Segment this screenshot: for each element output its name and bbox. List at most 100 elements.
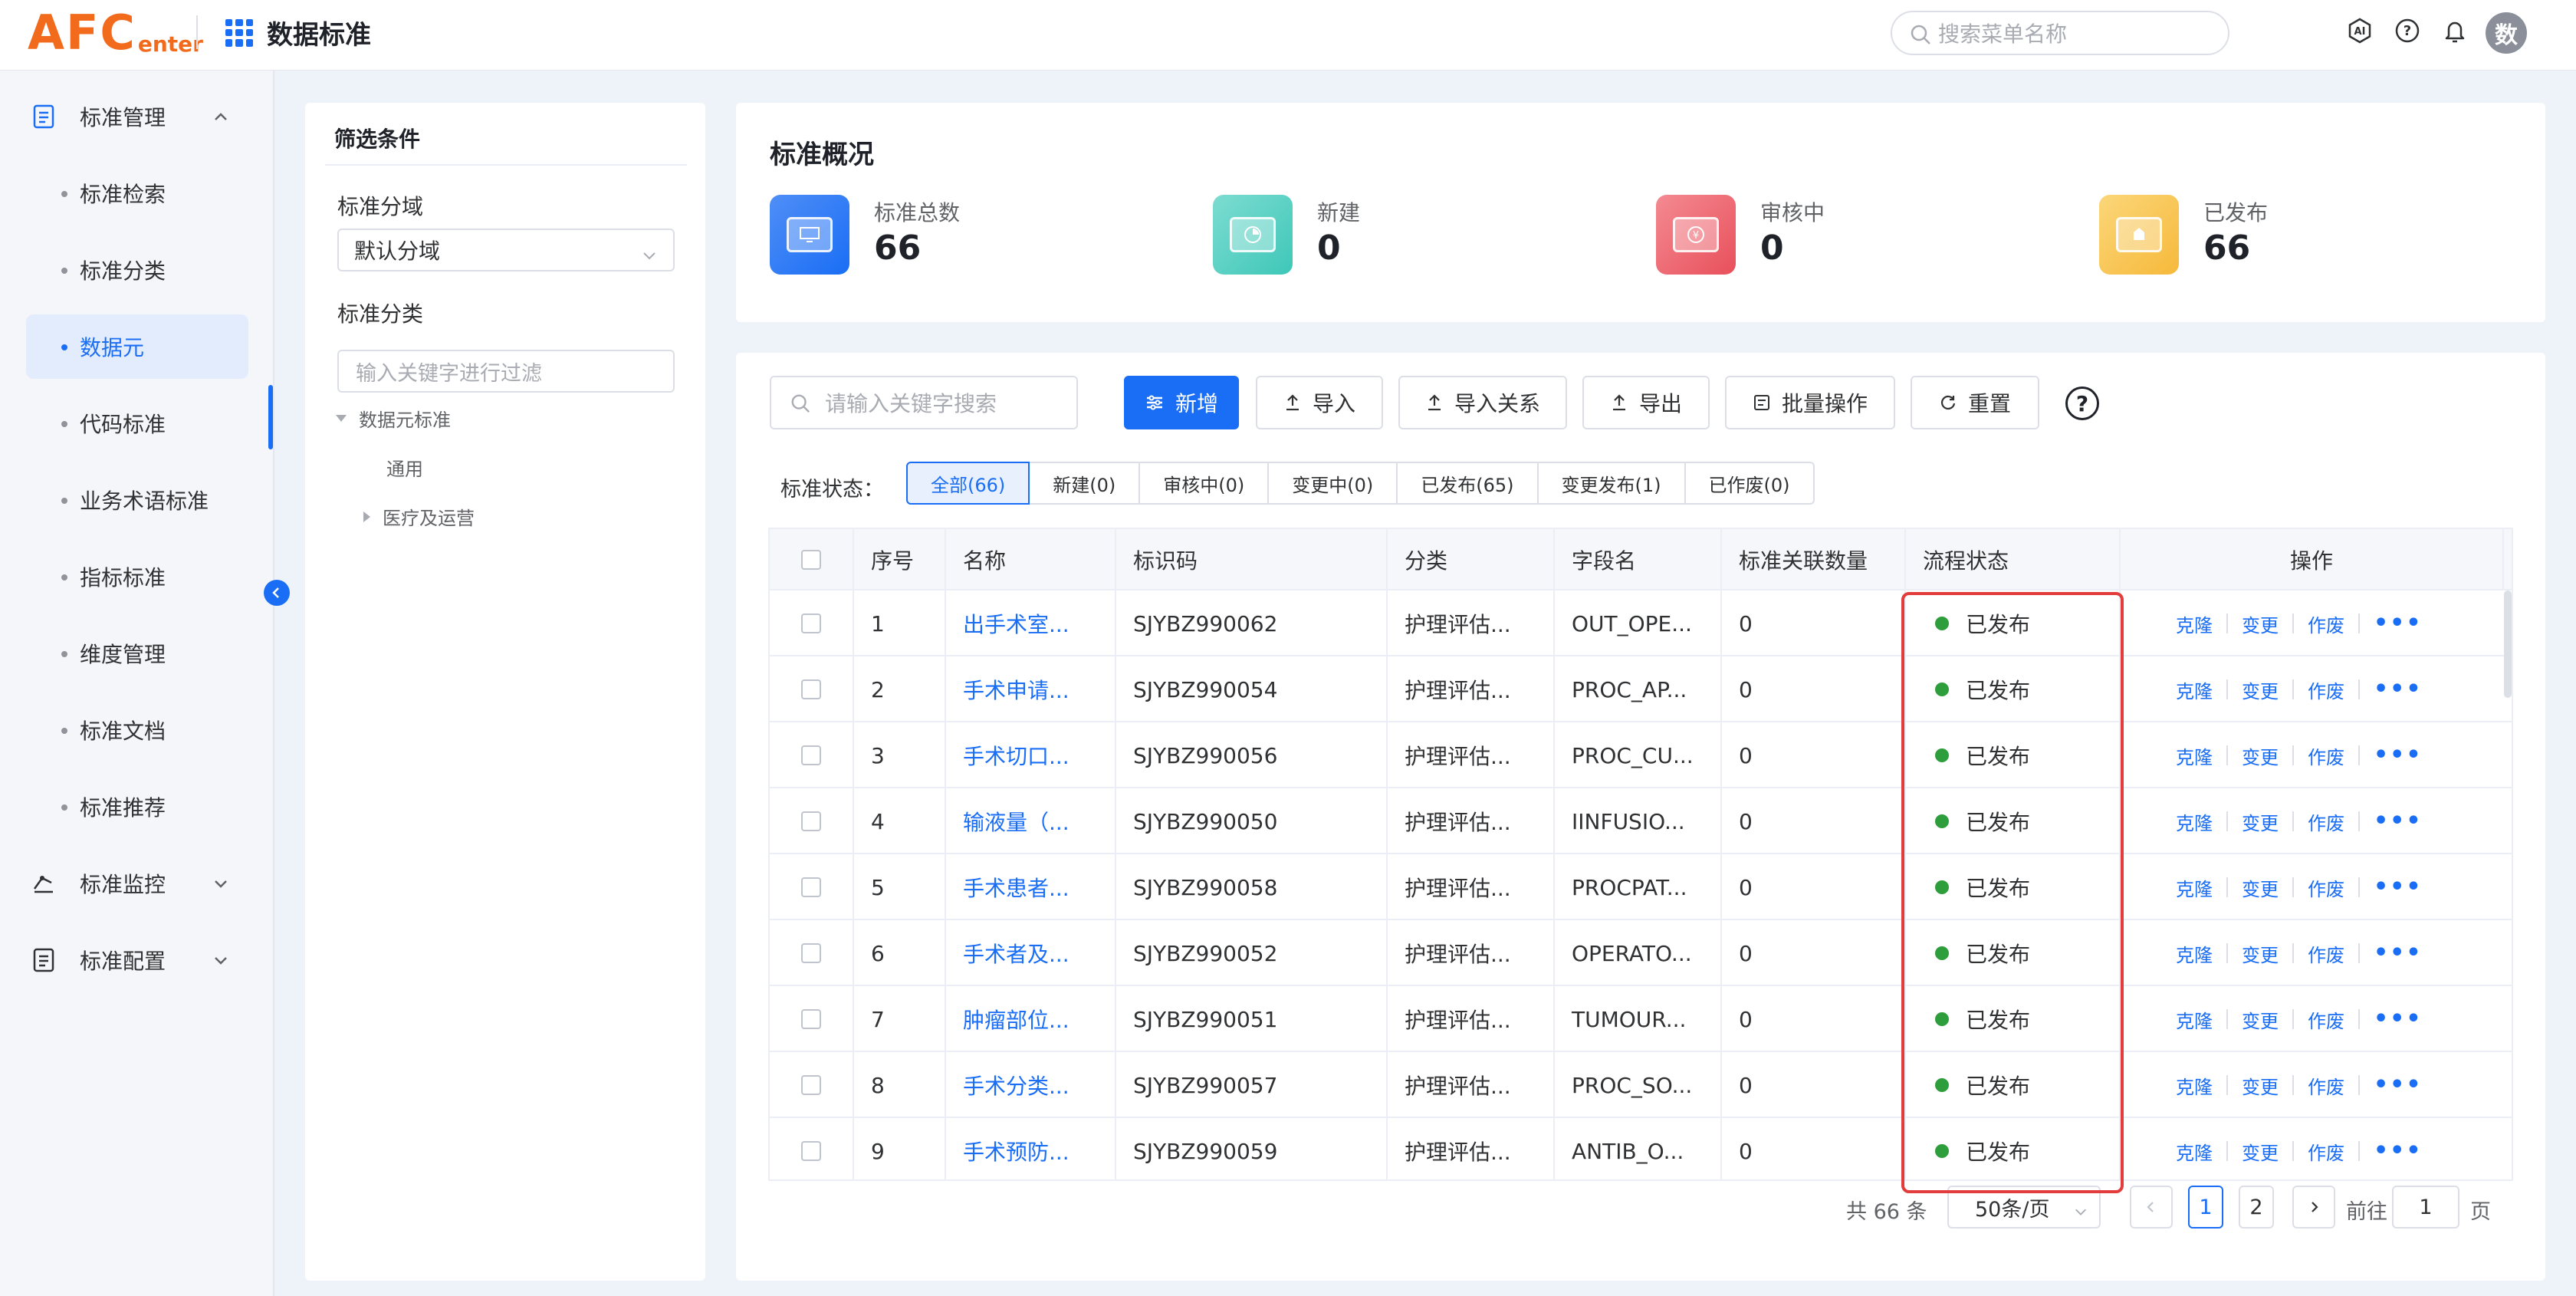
reset-button[interactable]: 重置: [1911, 376, 2039, 429]
cell-name[interactable]: 手术预防...: [946, 1118, 1116, 1179]
help-circle-button[interactable]: ?: [2065, 386, 2099, 420]
void-link[interactable]: 作废: [2308, 940, 2344, 967]
change-link[interactable]: 变更: [2242, 874, 2279, 901]
change-link[interactable]: 变更: [2242, 1138, 2279, 1165]
table-row[interactable]: 9 手术预防... SJYBZ990059 护理评估... ANTIB_O... 0 已发布…: [770, 1118, 2512, 1179]
change-link[interactable]: 变更: [2242, 1072, 2279, 1099]
void-link[interactable]: 作废: [2308, 610, 2344, 637]
void-link[interactable]: 作废: [2308, 808, 2344, 835]
sidebar-item-data-element[interactable]: 数据元: [26, 314, 248, 379]
status-tab-new[interactable]: 新建(0): [1028, 462, 1141, 505]
batch-operation-button[interactable]: 批量操作: [1725, 376, 1895, 429]
sidebar-item-standard-docs[interactable]: 标准文档: [26, 698, 248, 762]
sidebar-item-standard-search[interactable]: 标准检索: [26, 161, 248, 225]
row-checkbox[interactable]: [801, 679, 821, 699]
export-button[interactable]: 导出: [1582, 376, 1710, 429]
app-logo[interactable]: AFC enter: [28, 6, 203, 60]
void-link[interactable]: 作废: [2308, 1138, 2344, 1165]
apps-grid-icon[interactable]: [225, 18, 253, 47]
sidebar-item-standard-category[interactable]: 标准分类: [26, 238, 248, 302]
table-row[interactable]: 1 出手术室... SJYBZ990062 护理评估... OUT_OPE... 0 已发布…: [770, 590, 2512, 656]
more-actions-icon[interactable]: •••: [2374, 876, 2423, 899]
more-actions-icon[interactable]: •••: [2374, 1140, 2423, 1163]
row-checkbox[interactable]: [801, 943, 821, 963]
sidebar-group-standard-config[interactable]: 标准配置: [31, 928, 253, 992]
change-link[interactable]: 变更: [2242, 742, 2279, 769]
more-actions-icon[interactable]: •••: [2374, 612, 2423, 635]
tree-node-medical-operations[interactable]: 医疗及运营: [363, 503, 475, 530]
clone-link[interactable]: 克隆: [2176, 1072, 2213, 1099]
status-tab-change-published[interactable]: 变更发布(1): [1536, 462, 1686, 505]
status-tab-all[interactable]: 全部(66): [906, 462, 1030, 505]
status-tab-reviewing[interactable]: 审核中(0): [1138, 462, 1270, 505]
clone-link[interactable]: 克隆: [2176, 940, 2213, 967]
void-link[interactable]: 作废: [2308, 676, 2344, 703]
add-button[interactable]: 新增: [1124, 376, 1239, 429]
help-icon[interactable]: ?: [2394, 17, 2421, 44]
cell-name[interactable]: 出手术室...: [946, 590, 1116, 656]
sidebar-item-dimension-management[interactable]: 维度管理: [26, 621, 248, 686]
change-link[interactable]: 变更: [2242, 1006, 2279, 1033]
table-scrollbar[interactable]: [2504, 590, 2512, 698]
category-filter-input[interactable]: 输入关键字进行过滤: [337, 350, 675, 393]
row-checkbox[interactable]: [801, 877, 821, 897]
void-link[interactable]: 作废: [2308, 874, 2344, 901]
clone-link[interactable]: 克隆: [2176, 676, 2213, 703]
clone-link[interactable]: 克隆: [2176, 742, 2213, 769]
more-actions-icon[interactable]: •••: [2374, 678, 2423, 701]
select-all-checkbox[interactable]: [801, 550, 821, 570]
clone-link[interactable]: 克隆: [2176, 874, 2213, 901]
sidebar-group-standard-monitoring[interactable]: 标准监控: [31, 851, 253, 916]
sidebar-item-code-standard[interactable]: 代码标准: [26, 391, 248, 456]
change-link[interactable]: 变更: [2242, 676, 2279, 703]
change-link[interactable]: 变更: [2242, 940, 2279, 967]
cell-name[interactable]: 输液量（...: [946, 788, 1116, 854]
row-checkbox[interactable]: [801, 613, 821, 633]
import-button[interactable]: 导入: [1256, 376, 1383, 429]
sidebar-collapse-button[interactable]: [264, 580, 290, 606]
keyword-search-input[interactable]: 请输入关键字搜索: [770, 376, 1078, 429]
status-tab-voided[interactable]: 已作废(0): [1684, 462, 1815, 505]
change-link[interactable]: 变更: [2242, 808, 2279, 835]
next-page-button[interactable]: [2292, 1186, 2335, 1229]
cell-name[interactable]: 手术患者...: [946, 854, 1116, 920]
table-row[interactable]: 4 输液量（... SJYBZ990050 护理评估... IINFUSIO... 0 已发…: [770, 788, 2512, 854]
clone-link[interactable]: 克隆: [2176, 1138, 2213, 1165]
menu-search-input[interactable]: 搜索菜单名称: [1891, 11, 2229, 55]
change-link[interactable]: 变更: [2242, 610, 2279, 637]
table-row[interactable]: 8 手术分类... SJYBZ990057 护理评估... PROC_SO... 0 已发布…: [770, 1052, 2512, 1118]
cell-name[interactable]: 肿瘤部位...: [946, 986, 1116, 1052]
bell-icon[interactable]: [2441, 17, 2469, 44]
void-link[interactable]: 作废: [2308, 742, 2344, 769]
table-row[interactable]: 7 肿瘤部位... SJYBZ990051 护理评估... TUMOUR... 0 已发布 克…: [770, 986, 2512, 1052]
table-row[interactable]: 6 手术者及... SJYBZ990052 护理评估... OPERATO... 0 已发布…: [770, 920, 2512, 986]
user-avatar[interactable]: 数: [2486, 12, 2527, 54]
prev-page-button[interactable]: [2130, 1186, 2173, 1229]
sidebar-item-indicator-standard[interactable]: 指标标准: [26, 544, 248, 609]
tree-node-general[interactable]: 通用: [386, 454, 423, 481]
cell-name[interactable]: 手术切口...: [946, 722, 1116, 788]
cell-name[interactable]: 手术申请...: [946, 656, 1116, 722]
row-checkbox[interactable]: [801, 1075, 821, 1095]
more-actions-icon[interactable]: •••: [2374, 942, 2423, 965]
clone-link[interactable]: 克隆: [2176, 610, 2213, 637]
clone-link[interactable]: 克隆: [2176, 808, 2213, 835]
cell-name[interactable]: 手术者及...: [946, 920, 1116, 986]
row-checkbox[interactable]: [801, 1141, 821, 1161]
table-row[interactable]: 3 手术切口... SJYBZ990056 护理评估... PROC_CU... 0 已发布…: [770, 722, 2512, 788]
page-2-button[interactable]: 2: [2239, 1186, 2274, 1229]
sidebar-item-standard-recommend[interactable]: 标准推荐: [26, 775, 248, 839]
table-row[interactable]: 2 手术申请... SJYBZ990054 护理评估... PROC_AP... 0 已发布…: [770, 656, 2512, 722]
void-link[interactable]: 作废: [2308, 1006, 2344, 1033]
sidebar-group-standard-management[interactable]: 标准管理: [31, 84, 253, 149]
row-checkbox[interactable]: [801, 811, 821, 831]
ai-assistant-icon[interactable]: AI: [2346, 17, 2374, 44]
table-row[interactable]: 5 手术患者... SJYBZ990058 护理评估... PROCPAT... 0 已发布…: [770, 854, 2512, 920]
cell-name[interactable]: 手术分类...: [946, 1052, 1116, 1118]
import-relation-button[interactable]: 导入关系: [1398, 376, 1567, 429]
row-checkbox[interactable]: [801, 1009, 821, 1029]
status-tab-changing[interactable]: 变更中(0): [1267, 462, 1398, 505]
void-link[interactable]: 作废: [2308, 1072, 2344, 1099]
clone-link[interactable]: 克隆: [2176, 1006, 2213, 1033]
status-tab-published[interactable]: 已发布(65): [1396, 462, 1539, 505]
